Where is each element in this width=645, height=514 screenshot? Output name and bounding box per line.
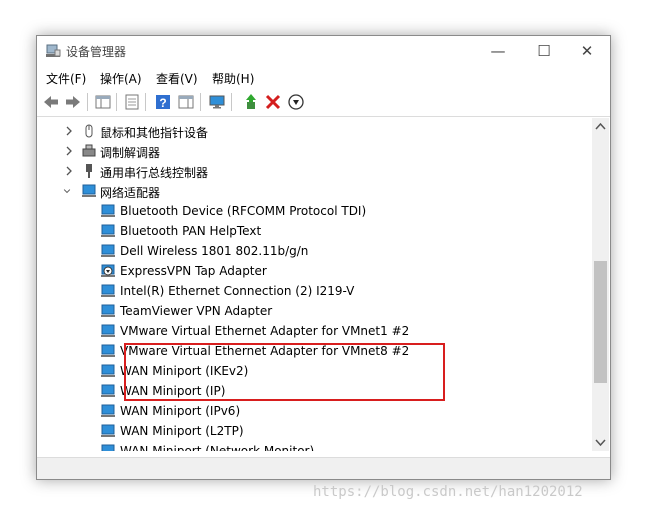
network-adapter-icon — [101, 364, 115, 377]
tree-category-mouse[interactable]: 鼠标和其他指针设备 — [37, 121, 592, 141]
tree-category-modem[interactable]: 调制解调器 — [37, 141, 592, 161]
menu-action[interactable]: 操作(A) — [100, 70, 142, 87]
chevron-right-icon[interactable] — [64, 144, 74, 158]
mouse-icon — [85, 124, 93, 138]
toolbar-separator — [116, 93, 117, 111]
toolbar-separator — [200, 93, 201, 111]
toolbar: ? — [37, 89, 610, 117]
adapter-label: Bluetooth Device (RFCOMM Protocol TDI) — [120, 204, 367, 218]
scroll-down-icon[interactable] — [592, 434, 609, 451]
network-adapter-item[interactable]: VMware Virtual Ethernet Adapter for VMne… — [37, 321, 592, 341]
menu-file[interactable]: 文件(F) — [46, 70, 86, 87]
category-label: 通用串行总线控制器 — [100, 166, 209, 180]
toolbar-separator — [231, 93, 232, 111]
network-adapter-item[interactable]: Intel(R) Ethernet Connection (2) I219-V — [37, 281, 592, 301]
red-highlight-box — [124, 343, 445, 401]
network-adapter-item[interactable]: Bluetooth PAN HelpText — [37, 221, 592, 241]
network-adapter-item[interactable]: Dell Wireless 1801 802.11b/g/n — [37, 241, 592, 261]
device-tree: 鼠标和其他指针设备 调制解调器 通用串行总线控制器 网络适配器 Bluetoot… — [37, 118, 592, 451]
network-adapter-item[interactable]: WAN Miniport (Network Monitor) — [37, 441, 592, 451]
network-adapter-icon — [101, 344, 115, 357]
view-icon[interactable] — [177, 93, 195, 111]
uninstall-icon[interactable] — [264, 93, 282, 111]
tree-category-usb[interactable]: 通用串行总线控制器 — [37, 161, 592, 181]
chevron-right-icon[interactable] — [64, 124, 74, 138]
svg-text:?: ? — [159, 96, 166, 110]
maximize-button[interactable]: ☐ — [521, 36, 567, 67]
watermark: https://blog.csdn.net/han1202012 — [313, 484, 583, 500]
network-adapter-icon — [101, 224, 115, 237]
network-adapter-item[interactable]: WAN Miniport (IPv6) — [37, 401, 592, 421]
network-adapter-item[interactable]: TeamViewer VPN Adapter — [37, 301, 592, 321]
chevron-right-icon[interactable] — [64, 164, 74, 178]
scrollbar-thumb[interactable] — [594, 261, 607, 383]
vertical-scrollbar[interactable] — [592, 118, 609, 451]
minimize-button[interactable]: — — [475, 36, 521, 67]
scroll-up-icon[interactable] — [592, 118, 609, 135]
toolbar-separator — [87, 93, 88, 111]
network-adapter-icon — [101, 324, 115, 337]
network-adapter-icon — [101, 304, 115, 317]
network-adapter-icon — [101, 284, 115, 297]
adapter-label: Dell Wireless 1801 802.11b/g/n — [120, 244, 309, 258]
adapter-label: ExpressVPN Tap Adapter — [120, 264, 267, 278]
menu-help[interactable]: 帮助(H) — [212, 70, 254, 87]
back-arrow-icon[interactable] — [42, 93, 60, 111]
title-bar[interactable]: 设备管理器 — ☐ ✕ — [37, 36, 610, 67]
vpn-adapter-icon — [101, 264, 115, 277]
adapter-label: TeamViewer VPN Adapter — [120, 304, 273, 318]
network-adapter-item[interactable]: Bluetooth Device (RFCOMM Protocol TDI) — [37, 201, 592, 221]
properties-icon[interactable] — [123, 93, 141, 111]
adapter-label: WAN Miniport (Network Monitor) — [120, 444, 315, 451]
device-manager-window: 设备管理器 — ☐ ✕ 文件(F) 操作(A) 查看(V) 帮助(H) ? 鼠标… — [36, 35, 611, 480]
forward-arrow-icon[interactable] — [64, 93, 82, 111]
tree-category-network-adapters[interactable]: 网络适配器 — [37, 181, 592, 201]
close-button[interactable]: ✕ — [564, 36, 610, 67]
menu-view[interactable]: 查看(V) — [156, 70, 198, 87]
modem-icon — [82, 144, 96, 157]
network-adapter-item[interactable]: ExpressVPN Tap Adapter — [37, 261, 592, 281]
network-adapter-icon — [101, 384, 115, 397]
adapter-label: Intel(R) Ethernet Connection (2) I219-V — [120, 284, 355, 298]
network-adapter-icon — [82, 184, 96, 197]
menu-bar: 文件(F) 操作(A) 查看(V) 帮助(H) — [37, 67, 610, 89]
update-driver-icon[interactable] — [242, 93, 260, 111]
network-adapter-icon — [101, 204, 115, 217]
category-label: 网络适配器 — [100, 186, 161, 200]
adapter-label: WAN Miniport (IPv6) — [120, 404, 241, 418]
network-adapter-item[interactable]: WAN Miniport (L2TP) — [37, 421, 592, 441]
chevron-down-icon[interactable] — [62, 184, 72, 198]
toolbar-separator — [145, 93, 146, 111]
network-adapter-icon — [101, 424, 115, 437]
category-label: 调制解调器 — [100, 146, 161, 160]
adapter-label: VMware Virtual Ethernet Adapter for VMne… — [120, 324, 410, 338]
window-title: 设备管理器 — [66, 45, 127, 59]
usb-icon — [86, 164, 92, 178]
show-hide-tree-icon[interactable] — [94, 93, 112, 111]
device-manager-icon — [46, 44, 61, 57]
monitor-icon[interactable] — [208, 93, 226, 111]
disable-device-icon[interactable] — [287, 93, 305, 111]
category-label: 鼠标和其他指针设备 — [100, 126, 209, 140]
adapter-label: Bluetooth PAN HelpText — [120, 224, 262, 238]
network-adapter-icon — [101, 444, 115, 451]
status-bar — [37, 457, 610, 479]
help-icon[interactable]: ? — [154, 93, 172, 111]
network-adapter-icon — [101, 404, 115, 417]
adapter-label: WAN Miniport (L2TP) — [120, 424, 244, 438]
network-adapter-icon — [101, 244, 115, 257]
